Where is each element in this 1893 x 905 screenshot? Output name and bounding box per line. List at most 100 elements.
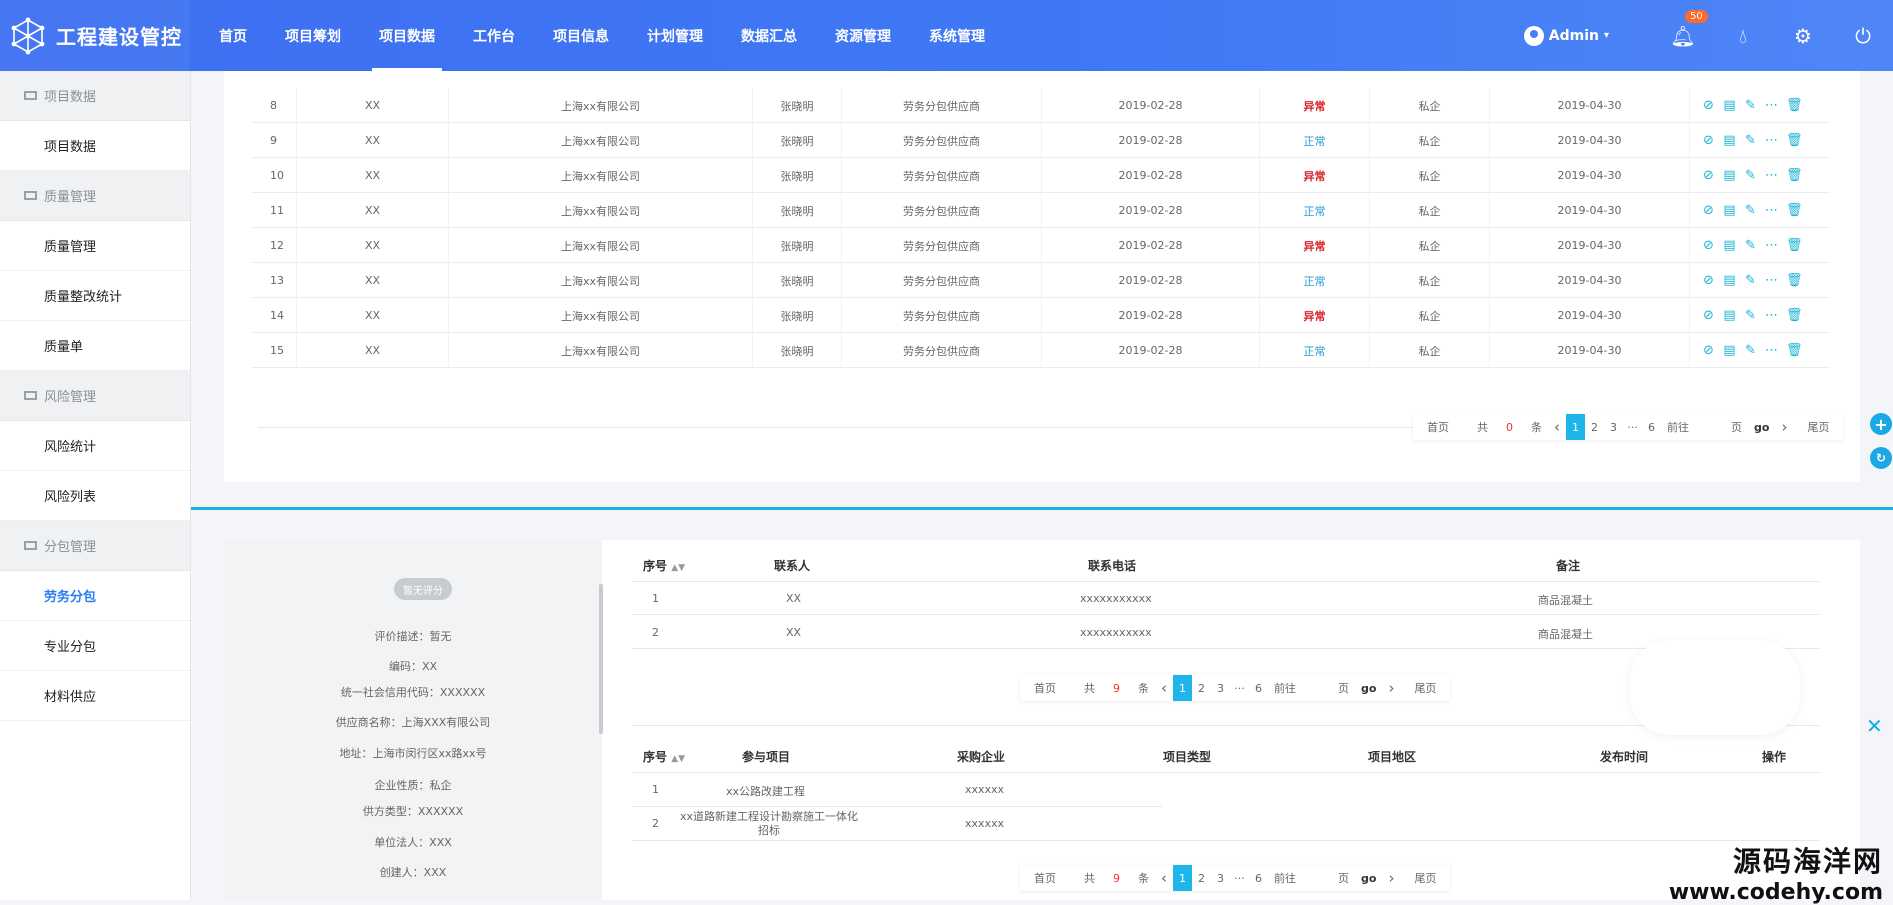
pager-page-2[interactable]: 2 bbox=[1192, 675, 1211, 701]
notification-button[interactable]: 🔔︎ 50 bbox=[1653, 9, 1713, 48]
nav-project-data[interactable]: 项目数据 bbox=[360, 0, 454, 71]
pager-page-6[interactable]: 6 bbox=[1642, 414, 1661, 440]
disable-icon[interactable]: ⊘ bbox=[1702, 239, 1715, 252]
projects-header-index[interactable]: 序号 ▲▼ bbox=[643, 748, 685, 765]
more-icon[interactable]: ⋯ bbox=[1765, 134, 1778, 147]
edit-icon[interactable]: ✎ bbox=[1744, 204, 1757, 217]
more-icon[interactable]: ⋯ bbox=[1765, 99, 1778, 112]
more-icon[interactable]: ⋯ bbox=[1765, 204, 1778, 217]
pager-next-icon[interactable]: › bbox=[1382, 679, 1400, 697]
logout-button[interactable]: ⏻ bbox=[1833, 24, 1893, 48]
edit-icon[interactable]: ✎ bbox=[1744, 134, 1757, 147]
sidebar-item-material-supply[interactable]: 材料供应 bbox=[0, 671, 190, 721]
sidebar-item-risk-stats[interactable]: 风险统计 bbox=[0, 421, 190, 471]
disable-icon[interactable]: ⊘ bbox=[1702, 99, 1715, 112]
edit-icon[interactable]: ✎ bbox=[1744, 309, 1757, 322]
pager-page-1[interactable]: 1 bbox=[1566, 414, 1585, 440]
pager-prev-icon[interactable]: ‹ bbox=[1155, 679, 1173, 697]
pager-page-3[interactable]: 3 bbox=[1211, 675, 1230, 701]
document-icon[interactable]: ▤ bbox=[1723, 169, 1736, 182]
pager-go-button[interactable]: go bbox=[1355, 682, 1382, 695]
pager-first[interactable]: 首页 bbox=[1413, 419, 1463, 435]
sidebar-item-labor-subcontract[interactable]: 劳务分包 bbox=[0, 571, 190, 621]
trash-icon[interactable]: 🗑︎ bbox=[1786, 169, 1803, 182]
sidebar-item-quality-rectification[interactable]: 质量整改统计 bbox=[0, 271, 190, 321]
nav-resource-management[interactable]: 资源管理 bbox=[816, 0, 910, 71]
app-logo[interactable]: 工程建设管控 bbox=[0, 0, 190, 71]
more-icon[interactable]: ⋯ bbox=[1765, 274, 1778, 287]
refresh-float-button[interactable]: ↻ bbox=[1870, 447, 1892, 469]
pager-page-1[interactable]: 1 bbox=[1173, 865, 1192, 891]
pager-page-2[interactable]: 2 bbox=[1192, 865, 1211, 891]
pager-go-button[interactable]: go bbox=[1748, 421, 1775, 434]
pager-page-3[interactable]: 3 bbox=[1211, 865, 1230, 891]
nav-workbench[interactable]: 工作台 bbox=[454, 0, 534, 71]
pager-next-icon[interactable]: › bbox=[1775, 418, 1793, 436]
pager-page-3[interactable]: 3 bbox=[1604, 414, 1623, 440]
pager-page-1[interactable]: 1 bbox=[1173, 675, 1192, 701]
settings-button[interactable]: ⚙ bbox=[1773, 24, 1833, 48]
trash-icon[interactable]: 🗑︎ bbox=[1786, 204, 1803, 217]
pager-prev-icon[interactable]: ‹ bbox=[1548, 418, 1566, 436]
pager-last[interactable]: 尾页 bbox=[1400, 680, 1450, 696]
pager-page-2[interactable]: 2 bbox=[1585, 414, 1604, 440]
edit-icon[interactable]: ✎ bbox=[1744, 99, 1757, 112]
pager-page-6[interactable]: 6 bbox=[1249, 675, 1268, 701]
disable-icon[interactable]: ⊘ bbox=[1702, 309, 1715, 322]
document-icon[interactable]: ▤ bbox=[1723, 239, 1736, 252]
nav-data-summary[interactable]: 数据汇总 bbox=[722, 0, 816, 71]
trash-icon[interactable]: 🗑︎ bbox=[1786, 99, 1803, 112]
close-icon[interactable]: ✕ bbox=[1866, 714, 1883, 738]
sidebar-item-project-data[interactable]: 项目数据 bbox=[0, 121, 190, 171]
more-icon[interactable]: ⋯ bbox=[1765, 169, 1778, 182]
pager-go-button[interactable]: go bbox=[1355, 872, 1382, 885]
pager-prev-icon[interactable]: ‹ bbox=[1155, 869, 1173, 887]
trash-icon[interactable]: 🗑︎ bbox=[1786, 134, 1803, 147]
more-icon[interactable]: ⋯ bbox=[1765, 239, 1778, 252]
edit-icon[interactable]: ✎ bbox=[1744, 344, 1757, 357]
pager-next-icon[interactable]: › bbox=[1382, 869, 1400, 887]
sidebar-group-subcontract[interactable]: 分包管理 bbox=[0, 521, 190, 571]
trash-icon[interactable]: 🗑︎ bbox=[1786, 309, 1803, 322]
more-icon[interactable]: ⋯ bbox=[1765, 344, 1778, 357]
theme-button[interactable]: 💧︎ bbox=[1713, 24, 1773, 48]
more-icon[interactable]: ⋯ bbox=[1765, 309, 1778, 322]
document-icon[interactable]: ▤ bbox=[1723, 309, 1736, 322]
edit-icon[interactable]: ✎ bbox=[1744, 274, 1757, 287]
sidebar-item-risk-list[interactable]: 风险列表 bbox=[0, 471, 190, 521]
sidebar-group-project-data[interactable]: 项目数据 bbox=[0, 71, 190, 121]
document-icon[interactable]: ▤ bbox=[1723, 344, 1736, 357]
nav-project-info[interactable]: 项目信息 bbox=[534, 0, 628, 71]
pager-first[interactable]: 首页 bbox=[1020, 870, 1070, 886]
sidebar-item-quality-management[interactable]: 质量管理 bbox=[0, 221, 190, 271]
document-icon[interactable]: ▤ bbox=[1723, 274, 1736, 287]
disable-icon[interactable]: ⊘ bbox=[1702, 169, 1715, 182]
disable-icon[interactable]: ⊘ bbox=[1702, 204, 1715, 217]
disable-icon[interactable]: ⊘ bbox=[1702, 134, 1715, 147]
trash-icon[interactable]: 🗑︎ bbox=[1786, 239, 1803, 252]
add-float-button[interactable]: + bbox=[1870, 413, 1892, 435]
nav-plan-management[interactable]: 计划管理 bbox=[628, 0, 722, 71]
pager-page-6[interactable]: 6 bbox=[1249, 865, 1268, 891]
document-icon[interactable]: ▤ bbox=[1723, 99, 1736, 112]
edit-icon[interactable]: ✎ bbox=[1744, 239, 1757, 252]
edit-icon[interactable]: ✎ bbox=[1744, 169, 1757, 182]
sidebar-item-professional-subcontract[interactable]: 专业分包 bbox=[0, 621, 190, 671]
trash-icon[interactable]: 🗑︎ bbox=[1786, 274, 1803, 287]
pager-last[interactable]: 尾页 bbox=[1793, 419, 1843, 435]
disable-icon[interactable]: ⊘ bbox=[1702, 274, 1715, 287]
user-menu[interactable]: Admin ▾ bbox=[1523, 25, 1609, 46]
nav-system-management[interactable]: 系统管理 bbox=[910, 0, 1004, 71]
sidebar-item-quality-order[interactable]: 质量单 bbox=[0, 321, 190, 371]
sidebar-group-risk[interactable]: 风险管理 bbox=[0, 371, 190, 421]
disable-icon[interactable]: ⊘ bbox=[1702, 344, 1715, 357]
sidebar-group-quality[interactable]: 质量管理 bbox=[0, 171, 190, 221]
contacts-header-index[interactable]: 序号 ▲▼ bbox=[643, 557, 685, 574]
pager-last[interactable]: 尾页 bbox=[1400, 870, 1450, 886]
nav-home[interactable]: 首页 bbox=[200, 0, 266, 71]
document-icon[interactable]: ▤ bbox=[1723, 134, 1736, 147]
trash-icon[interactable]: 🗑︎ bbox=[1786, 344, 1803, 357]
pager-first[interactable]: 首页 bbox=[1020, 680, 1070, 696]
nav-project-planning[interactable]: 项目筹划 bbox=[266, 0, 360, 71]
document-icon[interactable]: ▤ bbox=[1723, 204, 1736, 217]
